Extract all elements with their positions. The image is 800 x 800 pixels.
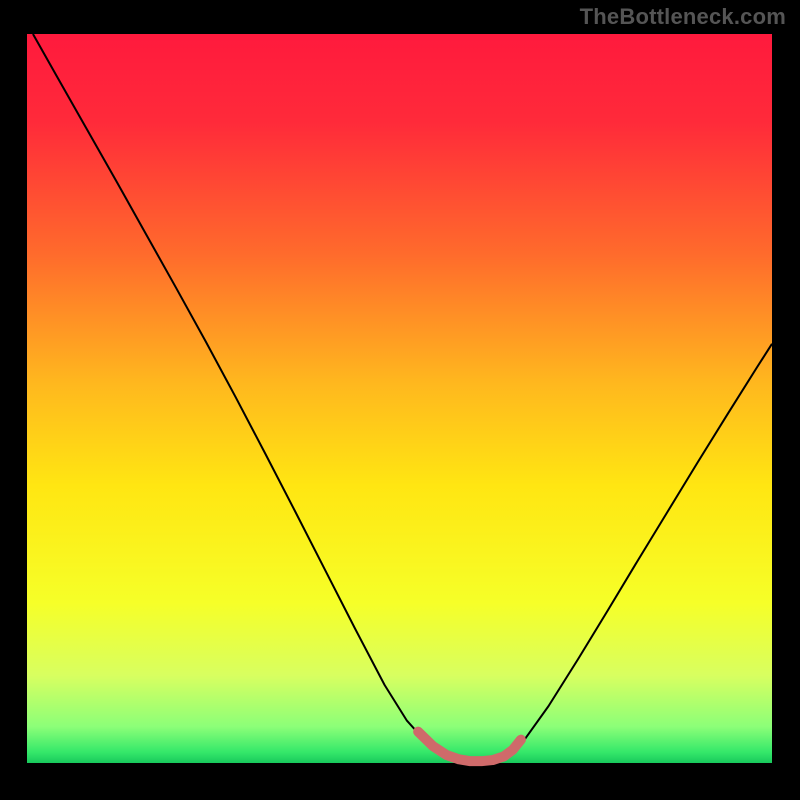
bottleneck-chart [0, 0, 800, 800]
chart-stage: TheBottleneck.com [0, 0, 800, 800]
plot-background [27, 34, 772, 763]
